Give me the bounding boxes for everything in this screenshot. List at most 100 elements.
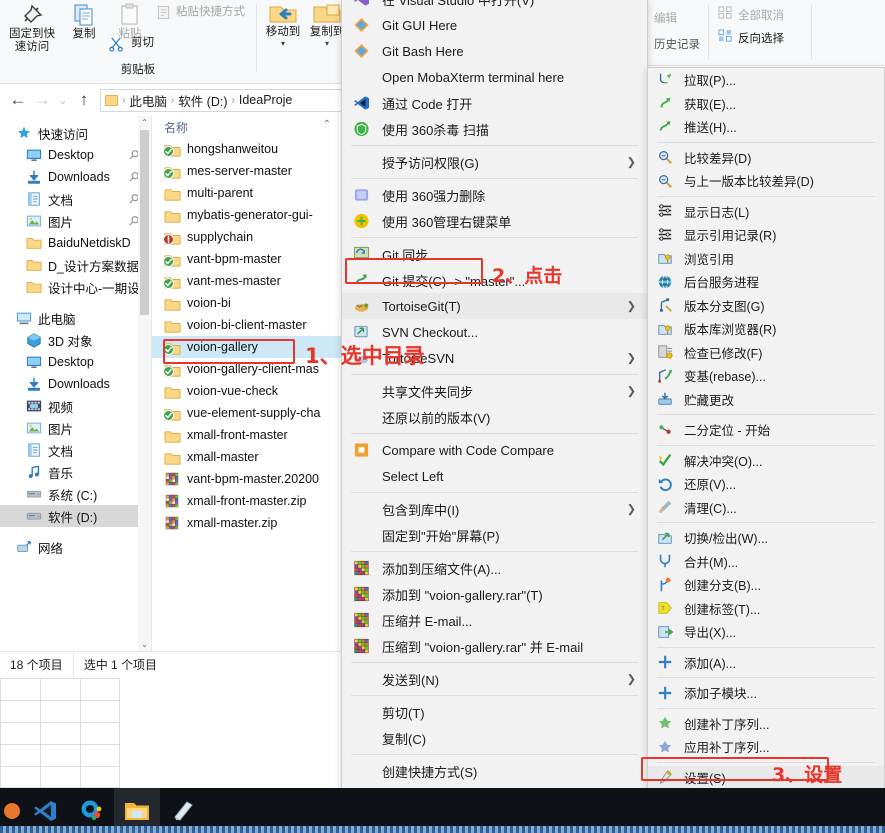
menu-item-tortoisesvn[interactable]: TortoiseSVN ❯ [342, 345, 647, 371]
menu-item-清理-c[interactable]: 清理(C)... [648, 496, 884, 520]
ribbon-invert-selection-label[interactable]: 反向选择 [738, 30, 784, 46]
menu-item-还原-v[interactable]: 还原(V)... [648, 472, 884, 496]
file-list-item[interactable]: vant-mes-master [152, 270, 344, 292]
nav-item-文档[interactable]: 文档 ⚲ [0, 188, 151, 210]
menu-item-包含到库中-i[interactable]: 包含到库中(I) ❯ [342, 496, 647, 522]
up-button[interactable]: ↑ [72, 88, 96, 112]
breadcrumb[interactable]: › 此电脑 › 软件 (D:) › IdeaProje [100, 88, 343, 112]
menu-item-压缩并-e-mail[interactable]: 压缩并 E-mail... [342, 607, 647, 633]
menu-item-共享文件夹同步[interactable]: 共享文件夹同步 ❯ [342, 378, 647, 404]
nav-group-quick-access[interactable]: 快速访问 [0, 122, 151, 144]
file-list-item[interactable]: voion-gallery [152, 336, 344, 358]
column-header-name[interactable]: 名称 ⌃ [152, 116, 344, 138]
ribbon-move-to[interactable]: 移动到 ▾ [262, 2, 304, 48]
menu-item-使用-360杀毒-扫描[interactable]: 使用 360杀毒 扫描 [342, 116, 647, 142]
nav-group-network[interactable]: 网络 [0, 536, 151, 558]
menu-item-固定到-开始-屏幕-p[interactable]: 固定到"开始"屏幕(P) [342, 522, 647, 548]
nav-item-desktop[interactable]: Desktop [0, 351, 151, 373]
menu-item-select-left[interactable]: Select Left [342, 463, 647, 489]
menu-item-与上一版本比较差异-d[interactable]: 与上一版本比较差异(D) [648, 169, 884, 193]
nav-item-设计中心-一期设[interactable]: 设计中心-一期设 [0, 276, 151, 298]
menu-item-压缩到-voion-gallery-rar-并-e-mail[interactable]: 压缩到 "voion-gallery.rar" 并 E-mail [342, 633, 647, 659]
menu-item-变基-rebase[interactable]: 变基(rebase)... [648, 364, 884, 388]
scroll-up-arrow[interactable]: ⌃ [138, 116, 151, 129]
nav-item-文档[interactable]: 文档 [0, 439, 151, 461]
menu-item-剪切-t[interactable]: 剪切(T) [342, 699, 647, 725]
file-list-item[interactable]: vant-bpm-master.20200 [152, 468, 344, 490]
file-list-item[interactable]: supplychain [152, 226, 344, 248]
menu-item-获取-e[interactable]: 获取(E)... [648, 92, 884, 116]
nav-item-downloads[interactable]: Downloads ⚲ [0, 166, 151, 188]
menu-item-合并-m[interactable]: 合并(M)... [648, 550, 884, 574]
forward-button[interactable]: → [30, 88, 54, 112]
menu-item-导出-x[interactable]: 导出(X)... [648, 620, 884, 644]
menu-item-添加到-voion-gallery-rar-t[interactable]: 添加到 "voion-gallery.rar"(T) [342, 581, 647, 607]
menu-item-svn-checkout[interactable]: SVN Checkout... [342, 319, 647, 345]
nav-item-软件d[interactable]: 软件 (D:) [0, 505, 151, 527]
menu-item-创建分支-b[interactable]: 创建分支(B)... [648, 573, 884, 597]
menu-item-tortoisegit-t[interactable]: TortoiseGit(T) ❯ [342, 293, 647, 319]
breadcrumb-item-1[interactable]: 软件 (D:) [178, 91, 227, 110]
menu-item-显示引用记录-r[interactable]: 显示引用记录(R) [648, 223, 884, 247]
nav-item-视频[interactable]: 视频 [0, 395, 151, 417]
file-list-item[interactable]: voion-bi-client-master [152, 314, 344, 336]
file-list-item[interactable]: xmall-front-master.zip [152, 490, 344, 512]
ribbon-select-none-label[interactable]: 全部取消 [738, 7, 784, 23]
menu-item-推送-h[interactable]: 推送(H)... [648, 115, 884, 139]
menu-item-浏览引用[interactable]: 浏览引用 [648, 247, 884, 271]
menu-item-拉取-p[interactable]: 拉取(P)... [648, 68, 884, 92]
menu-item-还原以前的版本-v[interactable]: 还原以前的版本(V) [342, 404, 647, 430]
menu-item-二分定位-开始[interactable]: 二分定位 - 开始 [648, 418, 884, 442]
menu-item-git-bash-here[interactable]: Git Bash Here [342, 38, 647, 64]
menu-item-切换-检出-w[interactable]: 切换/检出(W)... [648, 526, 884, 550]
file-list-item[interactable]: mes-server-master [152, 160, 344, 182]
nav-item-baidunetdiskd[interactable]: BaiduNetdiskD [0, 232, 151, 254]
nav-item-图片[interactable]: 图片 [0, 417, 151, 439]
breadcrumb-item-2[interactable]: IdeaProje [239, 93, 293, 107]
scroll-thumb[interactable] [140, 130, 149, 315]
file-list-item[interactable]: hongshanweitou [152, 138, 344, 160]
menu-item-创建补丁序列[interactable]: 创建补丁序列... [648, 712, 884, 736]
file-list-item[interactable]: voion-bi [152, 292, 344, 314]
ribbon-copy-to[interactable]: 复制到 ▾ [306, 2, 344, 48]
file-list-item[interactable]: voion-vue-check [152, 380, 344, 402]
nav-item-音乐[interactable]: 音乐 [0, 461, 151, 483]
menu-item-添加子模块[interactable]: 添加子模块... [648, 681, 884, 705]
menu-item-复制-c[interactable]: 复制(C) [342, 725, 647, 751]
scroll-down-arrow[interactable]: ⌄ [138, 638, 151, 651]
nav-item-3d对象[interactable]: 3D 对象 [0, 329, 151, 351]
menu-item-解决冲突-o[interactable]: 解决冲突(O)... [648, 449, 884, 473]
file-list-item[interactable]: xmall-master [152, 446, 344, 468]
file-list-item[interactable]: multi-parent [152, 182, 344, 204]
menu-item-使用-360管理右键菜单[interactable]: 使用 360管理右键菜单 [342, 208, 647, 234]
menu-item-比较差异-d[interactable]: 比较差异(D) [648, 146, 884, 170]
nav-scrollbar[interactable]: ⌃ ⌄ [138, 116, 151, 651]
nav-item-downloads[interactable]: Downloads [0, 373, 151, 395]
menu-item-添加到压缩文件-a[interactable]: 添加到压缩文件(A)... [342, 555, 647, 581]
file-list-item[interactable]: mybatis-generator-gui- [152, 204, 344, 226]
menu-item-发送到-n[interactable]: 发送到(N) ❯ [342, 666, 647, 692]
menu-item-在-visual-studio-中打开-v[interactable]: 在 Visual Studio 中打开(V) [342, 0, 647, 12]
breadcrumb-item-0[interactable]: 此电脑 [129, 91, 167, 110]
menu-item-设置-s[interactable]: 设置(S) [648, 765, 884, 789]
menu-item-检查已修改-f[interactable]: 检查已修改(F) [648, 341, 884, 365]
file-list-item[interactable]: vue-element-supply-cha [152, 402, 344, 424]
menu-item-通过-code-打开[interactable]: 通过 Code 打开 [342, 90, 647, 116]
menu-item-应用补丁序列[interactable]: 应用补丁序列... [648, 735, 884, 759]
file-list-item[interactable]: vant-bpm-master [152, 248, 344, 270]
menu-item-git-提交-c-master[interactable]: Git 提交(C) -> "master"... [342, 267, 647, 293]
nav-item-desktop[interactable]: Desktop ⚲ [0, 144, 151, 166]
menu-item-添加-a[interactable]: 添加(A)... [648, 651, 884, 675]
menu-item-open-mobaxterm-terminal-here[interactable]: Open MobaXterm terminal here [342, 64, 647, 90]
nav-item-系统c[interactable]: 系统 (C:) [0, 483, 151, 505]
menu-item-版本分支图-g[interactable]: 版本分支图(G) [648, 294, 884, 318]
file-list-item[interactable]: xmall-master.zip [152, 512, 344, 534]
back-button[interactable]: ← [6, 88, 30, 112]
ribbon-cut[interactable]: 剪切 [108, 35, 154, 52]
menu-item-后台服务进程[interactable]: 后台服务进程 [648, 270, 884, 294]
recent-locations-button[interactable]: ⌄ [54, 88, 72, 112]
ribbon-pin-to-quick-access[interactable]: 固定到快 速访问 [4, 2, 60, 54]
menu-item-创建快捷方式-s[interactable]: 创建快捷方式(S) [342, 758, 647, 784]
menu-item-使用-360强力删除[interactable]: 使用 360强力删除 [342, 182, 647, 208]
nav-group-this-pc[interactable]: 此电脑 [0, 307, 151, 329]
